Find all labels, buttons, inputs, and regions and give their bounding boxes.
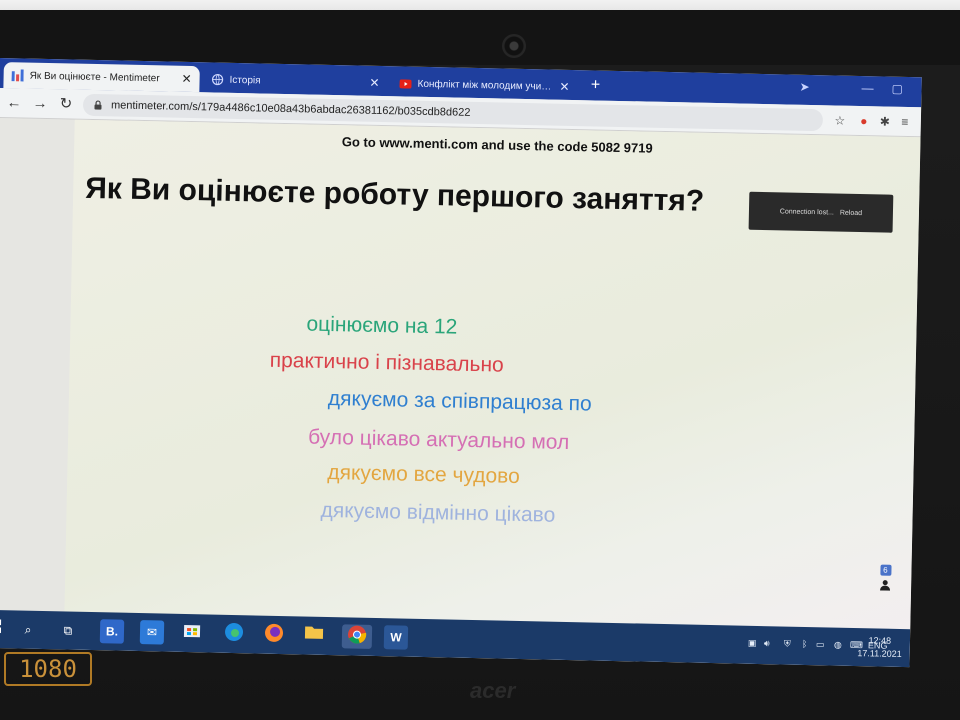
- laptop-screen: Як Ви оцінюєте - Mentimeter ✕ Історія ✕ …: [0, 58, 922, 668]
- response-word: оцінюємо на 12: [306, 312, 458, 339]
- tab-mentimeter[interactable]: Як Ви оцінюєте - Mentimeter ✕: [3, 62, 200, 93]
- store-icon[interactable]: [180, 621, 204, 645]
- youtube-icon: [399, 77, 412, 89]
- edge-icon[interactable]: [222, 622, 246, 646]
- security-icon[interactable]: ⛨: [784, 639, 791, 650]
- connection-lost-text: Connection lost...: [779, 207, 834, 216]
- close-tab-icon[interactable]: ✕: [559, 80, 569, 94]
- bluetooth-icon[interactable]: ᛒ: [802, 639, 808, 649]
- tab-youtube-video[interactable]: Конфлікт між молодим учителем ✕: [391, 70, 578, 100]
- acer-logo: acer: [470, 678, 516, 703]
- slide-question: Як Ви оцінюєте роботу першого заняття?: [84, 171, 705, 218]
- reload-link[interactable]: Reload: [840, 209, 862, 216]
- tab-label: Історія: [229, 74, 261, 86]
- tab-label: Як Ви оцінюєте - Mentimeter: [29, 70, 160, 84]
- connection-lost-banner: Connection lost... Reload: [748, 191, 894, 233]
- response-word: було цікаво актуально мол: [307, 425, 570, 455]
- maximize-icon[interactable]: ▢: [891, 82, 903, 96]
- response-word: дякуємо за співпрацюза по: [327, 386, 592, 416]
- minimize-icon[interactable]: —: [861, 81, 873, 95]
- clock-date: 17.11.2021: [857, 648, 902, 660]
- lock-icon: [93, 100, 103, 110]
- webcam: [502, 34, 526, 58]
- resolution-badge: 1080: [4, 652, 92, 686]
- word-icon[interactable]: W: [383, 625, 409, 650]
- url-text: mentimeter.com/s/179a4486c10e08a43b6abda…: [110, 99, 471, 119]
- laptop-photo: Як Ви оцінюєте - Mentimeter ✕ Історія ✕ …: [0, 0, 960, 720]
- close-tab-icon[interactable]: ✕: [181, 72, 191, 86]
- reading-list-icon[interactable]: ≡: [897, 114, 913, 130]
- participant-count: 6: [879, 564, 892, 576]
- system-clock[interactable]: 12:48 17.11.2021: [857, 634, 902, 661]
- bookmark-star-icon[interactable]: ☆: [832, 112, 848, 128]
- volume-icon[interactable]: 🔊︎: [764, 638, 770, 649]
- response-word: дякуємо відмінно цікаво: [320, 498, 556, 527]
- extensions-puzzle-icon[interactable]: ✱: [877, 113, 893, 129]
- tab-label: Конфлікт між молодим учителем: [417, 78, 554, 93]
- response-word: практично і пізнавально: [269, 348, 504, 377]
- battery-icon[interactable]: ▭: [816, 639, 825, 650]
- search-icon[interactable]: ⌕: [16, 617, 40, 641]
- reload-icon[interactable]: ↻: [55, 93, 77, 115]
- tab-history[interactable]: Історія ✕: [203, 66, 388, 96]
- history-globe-icon: [211, 73, 224, 86]
- back-arrow-icon[interactable]: ←: [3, 92, 25, 114]
- globe-icon[interactable]: ◍: [834, 640, 842, 651]
- close-tab-icon[interactable]: ✕: [369, 76, 379, 90]
- extension-shield-icon[interactable]: ●: [856, 113, 872, 129]
- firefox-icon[interactable]: [262, 623, 286, 647]
- clock-time: 12:48: [868, 635, 892, 646]
- file-explorer-icon[interactable]: [302, 623, 326, 647]
- b-app-icon[interactable]: B.: [99, 619, 125, 644]
- participant-counter: 6: [877, 564, 894, 595]
- person-icon: [880, 580, 891, 594]
- network-icon[interactable]: ▣: [748, 638, 757, 649]
- start-icon[interactable]: [0, 617, 6, 641]
- forward-arrow-icon[interactable]: →: [29, 93, 51, 115]
- new-tab-button[interactable]: +: [583, 74, 607, 98]
- chrome-icon[interactable]: [341, 624, 373, 649]
- laptop-top-bezel: [0, 10, 960, 65]
- mail-icon[interactable]: ✉: [139, 620, 165, 645]
- cursor-pointer-icon: ➤: [799, 79, 810, 94]
- mentimeter-slide: Go to www.menti.com and use the code 508…: [63, 119, 921, 668]
- task-view-icon[interactable]: ⧉: [56, 618, 80, 642]
- response-word: дякуємо все чудово: [327, 460, 521, 488]
- mentimeter-logo-icon: [11, 69, 24, 82]
